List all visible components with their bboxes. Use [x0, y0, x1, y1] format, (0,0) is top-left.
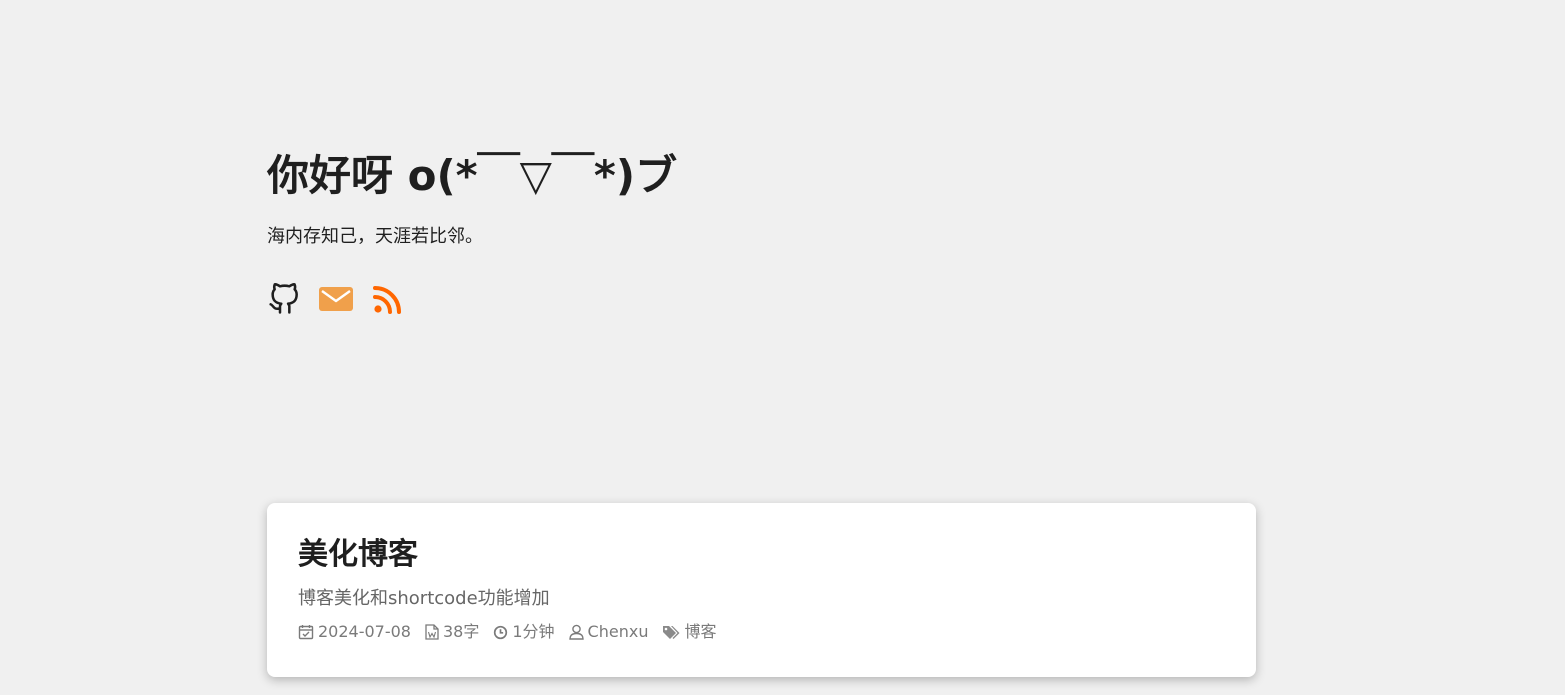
post-tags[interactable]: 博客: [662, 621, 716, 643]
calendar-check-icon: [298, 625, 314, 640]
rss-link[interactable]: [371, 282, 405, 316]
post-reading-time: 1分钟: [493, 621, 555, 643]
post-tag-link[interactable]: 博客: [684, 621, 716, 643]
rss-icon: [373, 286, 401, 314]
home-subtitle: 海内存知己，天涯若比邻。: [267, 226, 483, 247]
post-author-text: Chenxu: [587, 622, 649, 641]
social-icons: [267, 281, 967, 317]
post-card[interactable]: 美化博客 博客美化和shortcode功能增加 2024-07-08 38字 1…: [267, 503, 1256, 677]
post-words-text: 38字: [442, 622, 480, 641]
tags-icon: [663, 625, 680, 639]
email-link[interactable]: [319, 282, 353, 316]
post-meta: 2024-07-08 38字 1分钟 Chenxu 博客: [298, 621, 1225, 643]
word-file-icon: [425, 624, 439, 640]
post-reading-time-text: 1分钟: [512, 622, 555, 641]
home-info: 你好呀 o(*￣▽￣*)ブ 海内存知己，天涯若比邻。: [267, 146, 967, 317]
post-title[interactable]: 美化博客: [298, 534, 1225, 576]
page: 你好呀 o(*￣▽￣*)ブ 海内存知己，天涯若比邻。 美化博客 博客美化和sho…: [0, 0, 1565, 695]
home-title: 你好呀 o(*￣▽￣*)ブ: [267, 151, 678, 200]
post-author: Chenxu: [568, 621, 649, 643]
clock-icon: [494, 625, 508, 639]
github-icon: [269, 283, 298, 314]
post-summary: 博客美化和shortcode功能增加: [298, 588, 550, 609]
user-icon: [568, 624, 584, 640]
email-icon: [319, 287, 353, 311]
post-date: 2024-07-08: [298, 621, 411, 643]
github-link[interactable]: [267, 282, 301, 316]
post-words: 38字: [425, 621, 479, 643]
post-date-text: 2024-07-08: [318, 622, 411, 641]
